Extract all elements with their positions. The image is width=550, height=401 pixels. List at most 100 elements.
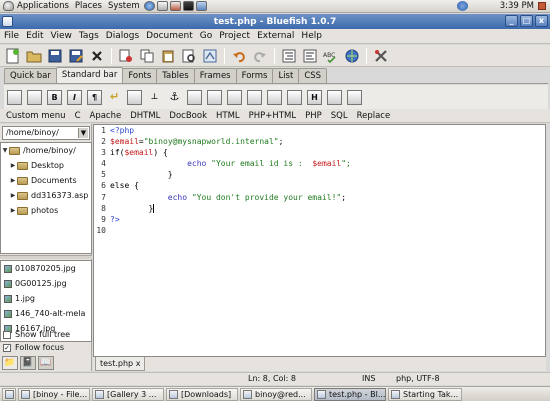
code-line[interactable]: <?php <box>110 125 541 136</box>
taskbar-item-file-manager[interactable]: [binoy - File... <box>18 387 90 401</box>
directory-combo[interactable]: /home/binoy/ ▼ <box>2 126 90 140</box>
bluefish-app-icon[interactable] <box>2 16 13 27</box>
paragraph-icon[interactable]: ¶ <box>87 89 102 105</box>
tab-forms[interactable]: Forms <box>235 68 274 83</box>
follow-focus-checkbox[interactable]: ✓ <box>3 343 11 352</box>
tree-item-desktop[interactable]: ▶ Desktop <box>1 158 91 173</box>
taskbar-item-terminal[interactable]: binoy@red... <box>240 387 312 401</box>
pane-splitter[interactable] <box>0 255 92 259</box>
indent-icon[interactable] <box>280 47 298 65</box>
system-menu[interactable]: System <box>105 0 143 13</box>
heading-icon[interactable]: H <box>307 89 322 105</box>
browser-launcher-icon[interactable] <box>143 1 155 11</box>
show-full-tree-toggle[interactable]: Show full tree <box>0 328 92 341</box>
menu-help[interactable]: Help <box>301 31 322 41</box>
reference-tab-icon[interactable]: 📖 <box>38 355 54 370</box>
menu-sql[interactable]: SQL <box>331 111 348 121</box>
unindent-icon[interactable] <box>301 47 319 65</box>
thumbnail-icon[interactable] <box>347 89 362 105</box>
network-launcher-icon[interactable] <box>195 1 207 11</box>
code-line[interactable]: else { <box>110 180 541 191</box>
menu-html[interactable]: HTML <box>216 111 240 121</box>
list-item[interactable]: 146_740-alt-mela <box>1 306 91 321</box>
code-line[interactable]: ?> <box>110 214 541 225</box>
tab-quick-bar[interactable]: Quick bar <box>4 68 57 83</box>
preview-icon[interactable] <box>343 47 361 65</box>
bookmarks-tab-icon[interactable]: 📓 <box>20 355 36 370</box>
code-lines[interactable]: <?php $email="binoy@mysnapworld.internal"… <box>110 125 541 236</box>
menu-edit[interactable]: Edit <box>26 31 43 41</box>
bold-icon[interactable]: B <box>47 89 62 105</box>
update-tray-icon[interactable] <box>457 1 468 11</box>
taskbar-item-starting[interactable]: Starting Tak... <box>388 387 462 401</box>
follow-focus-toggle[interactable]: ✓ Follow focus <box>0 341 92 354</box>
menu-project[interactable]: Project <box>219 31 250 41</box>
expander-open-icon[interactable]: ▼ <box>1 147 9 154</box>
applications-menu[interactable]: Applications <box>0 0 72 13</box>
show-full-tree-checkbox[interactable] <box>3 330 11 339</box>
menu-c[interactable]: C <box>75 111 81 121</box>
menu-external[interactable]: External <box>257 31 294 41</box>
taskbar-item-gallery[interactable]: [Gallery 3 ... <box>92 387 164 401</box>
code-line[interactable]: $email="binoy@mysnapworld.internal"; <box>110 136 541 147</box>
menu-apache[interactable]: Apache <box>90 111 122 121</box>
image-icon[interactable] <box>327 89 342 105</box>
comment-icon[interactable] <box>247 89 262 105</box>
break-icon[interactable]: ↵ <box>107 90 122 105</box>
menu-file[interactable]: File <box>4 31 19 41</box>
open-file-icon[interactable] <box>25 47 43 65</box>
window-title-bar[interactable]: test.php - Bluefish 1.0.7 _ □ x <box>0 14 550 29</box>
rule-icon[interactable] <box>187 89 202 105</box>
find-icon[interactable] <box>180 47 198 65</box>
menu-custom-menu[interactable]: Custom menu <box>6 111 66 121</box>
tree-item-home[interactable]: ▼ /home/binoy/ <box>1 143 91 158</box>
expander-closed-icon[interactable]: ▶ <box>9 207 17 214</box>
menu-docbook[interactable]: DocBook <box>169 111 207 121</box>
clock[interactable]: 3:39 PM <box>500 0 534 13</box>
tab-frames[interactable]: Frames <box>193 68 237 83</box>
code-line[interactable] <box>110 225 541 236</box>
replace-icon[interactable] <box>201 47 219 65</box>
menu-replace[interactable]: Replace <box>357 111 391 121</box>
notes-launcher-icon[interactable] <box>169 1 181 11</box>
menu-document[interactable]: Document <box>146 31 193 41</box>
cut-icon[interactable] <box>117 47 135 65</box>
tree-item-documents[interactable]: ▶ Documents <box>1 173 91 188</box>
save-icon[interactable] <box>46 47 64 65</box>
menu-php[interactable]: PHP <box>305 111 322 121</box>
menu-dhtml[interactable]: DHTML <box>130 111 160 121</box>
break-clear-icon[interactable] <box>127 89 142 105</box>
close-tab-icon[interactable]: x <box>136 359 141 368</box>
taskbar-item-bluefish[interactable]: test.php - Bl... <box>314 387 386 401</box>
tab-list[interactable]: List <box>272 68 300 83</box>
expander-closed-icon[interactable]: ▶ <box>9 162 17 169</box>
taskbar-item-downloads[interactable]: [Downloads] <box>166 387 238 401</box>
tree-item-photos[interactable]: ▶ photos <box>1 203 91 218</box>
save-as-icon[interactable] <box>67 47 85 65</box>
tab-fonts[interactable]: Fonts <box>122 68 158 83</box>
spellcheck-icon[interactable]: ABC <box>322 47 340 65</box>
menu-php-html[interactable]: PHP+HTML <box>249 111 296 121</box>
tab-tables[interactable]: Tables <box>156 68 195 83</box>
list-item[interactable]: 010870205.jpg <box>1 261 91 276</box>
quickstart-icon[interactable] <box>7 89 22 105</box>
code-editor[interactable]: 1 2 3 4 5 6 7 8 9 10 <?php $email="binoy@mysnapwor… <box>93 124 546 357</box>
code-line[interactable]: if($email) { <box>110 147 541 158</box>
menu-tags[interactable]: Tags <box>79 31 99 41</box>
code-line[interactable]: } <box>110 169 541 180</box>
anchor-icon[interactable]: ⚓ <box>167 90 182 105</box>
email-icon[interactable] <box>267 89 282 105</box>
code-line[interactable]: echo "Your email id is : $email"; <box>110 158 541 169</box>
nbsp-icon[interactable]: ⊥ <box>147 90 162 105</box>
terminal-launcher-icon[interactable] <box>182 1 194 11</box>
tab-css[interactable]: CSS <box>298 68 328 83</box>
center-icon[interactable] <box>207 89 222 105</box>
new-document-icon[interactable] <box>4 47 22 65</box>
menu-dialogs[interactable]: Dialogs <box>106 31 139 41</box>
chevron-down-icon[interactable]: ▼ <box>78 128 88 138</box>
italic-icon[interactable]: I <box>67 89 82 105</box>
filebrowser-tab-icon[interactable]: 📁 <box>2 355 18 370</box>
list-item[interactable]: 1.jpg <box>1 291 91 306</box>
expander-closed-icon[interactable]: ▶ <box>9 177 17 184</box>
undo-icon[interactable] <box>230 47 248 65</box>
